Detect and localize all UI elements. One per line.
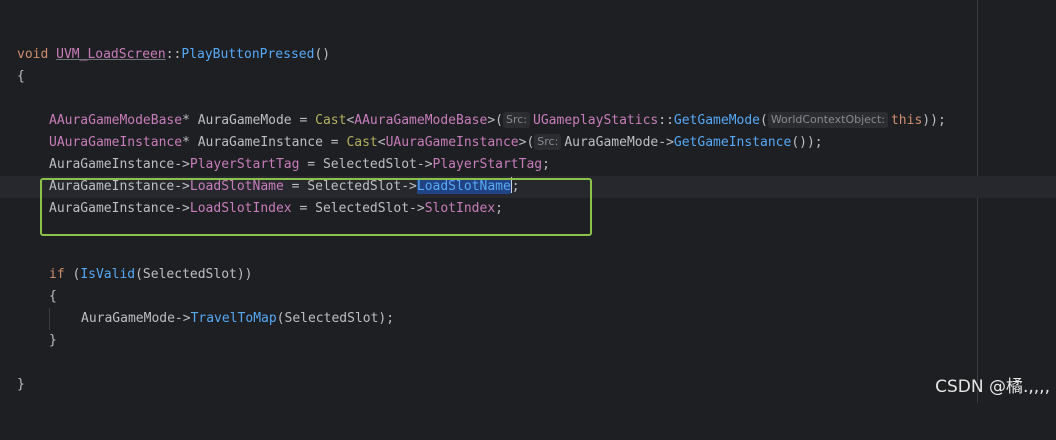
code-line-inner-close[interactable]: } — [0, 330, 1056, 352]
watermark: CSDN @橘.,,,, — [935, 377, 1050, 397]
template-arg[interactable]: UAuraGameInstance — [386, 135, 519, 150]
paren: ( — [760, 113, 768, 128]
keyword-void: void — [17, 47, 49, 62]
keyword-this: this — [890, 113, 923, 128]
statics-class[interactable]: UGameplayStatics — [533, 113, 658, 128]
scope-operator: :: — [658, 113, 674, 128]
close-brace: } — [17, 377, 25, 392]
code-line-close-brace[interactable]: } — [0, 374, 1056, 396]
param-hint-world-context: WorldContextObject: — [767, 112, 888, 128]
param-hint-src: Src: — [534, 134, 562, 150]
travel-to-map-call[interactable]: TravelToMap — [191, 311, 277, 326]
isvalid-call[interactable]: IsValid — [80, 267, 135, 282]
call-args: (SelectedSlot); — [276, 311, 395, 326]
template-arg[interactable]: AAuraGameModeBase — [354, 113, 487, 128]
code-line-signature[interactable]: void UVM_LoadScreen::PlayButtonPressed() — [0, 44, 1056, 66]
inner-open-brace: { — [49, 289, 57, 304]
keyword-if: if — [49, 267, 65, 282]
object-access: AuraGameInstance-> — [49, 157, 190, 172]
inner-close-brace: } — [49, 333, 57, 348]
object-access: AuraGameMode-> — [81, 311, 191, 326]
statement-end: ; — [542, 157, 550, 172]
member-field[interactable]: PlayerStartTag — [433, 157, 543, 172]
cast-function[interactable]: Cast — [346, 135, 377, 150]
function-name[interactable]: PlayButtonPressed — [181, 47, 314, 62]
annotation-highlight-box — [40, 178, 592, 236]
class-name[interactable]: UVM_LoadScreen — [56, 47, 166, 62]
code-line-open-brace[interactable]: { — [0, 66, 1056, 88]
code-line-playerstarttag[interactable]: AuraGameInstance->PlayerStartTag = Selec… — [0, 154, 1056, 176]
statement-end: ()); — [791, 135, 823, 150]
code-editor[interactable]: void UVM_LoadScreen::PlayButtonPressed()… — [0, 0, 1056, 403]
scope-operator: :: — [165, 47, 182, 62]
paren: ( — [64, 267, 81, 282]
code-line-gameinstance[interactable]: UAuraGameInstance* AuraGameInstance = Ca… — [0, 132, 1056, 154]
type-name[interactable]: AAuraGameModeBase — [49, 113, 182, 128]
param-hint-src: Src: — [502, 112, 531, 128]
code-line-if[interactable]: if (IsValid(SelectedSlot)) — [0, 264, 1056, 286]
get-game-instance-call[interactable]: GetGameInstance — [674, 135, 791, 150]
object-access: AuraGameMode-> — [564, 135, 674, 150]
template-open: < — [377, 135, 386, 150]
assignment: = SelectedSlot-> — [299, 157, 433, 172]
call-args: (SelectedSlot)) — [135, 267, 253, 282]
code-line-inner-open[interactable]: { — [0, 286, 1056, 308]
cast-function[interactable]: Cast — [315, 113, 346, 128]
declaration: * AuraGameInstance = — [182, 135, 347, 150]
get-game-mode-call[interactable]: GetGameMode — [674, 113, 760, 128]
code-line-gamemode[interactable]: AAuraGameModeBase* AuraGameMode = Cast<A… — [0, 110, 1056, 132]
params: () — [314, 47, 331, 62]
member-field[interactable]: PlayerStartTag — [190, 157, 300, 172]
statement-end: )); — [922, 113, 946, 128]
template-close: >( — [487, 113, 503, 128]
template-close: >( — [518, 135, 535, 150]
type-name[interactable]: UAuraGameInstance — [49, 135, 182, 150]
open-brace: { — [17, 69, 25, 84]
code-line-travel[interactable]: AuraGameMode->TravelToMap(SelectedSlot); — [0, 308, 1056, 330]
declaration: * AuraGameMode = — [182, 113, 316, 128]
